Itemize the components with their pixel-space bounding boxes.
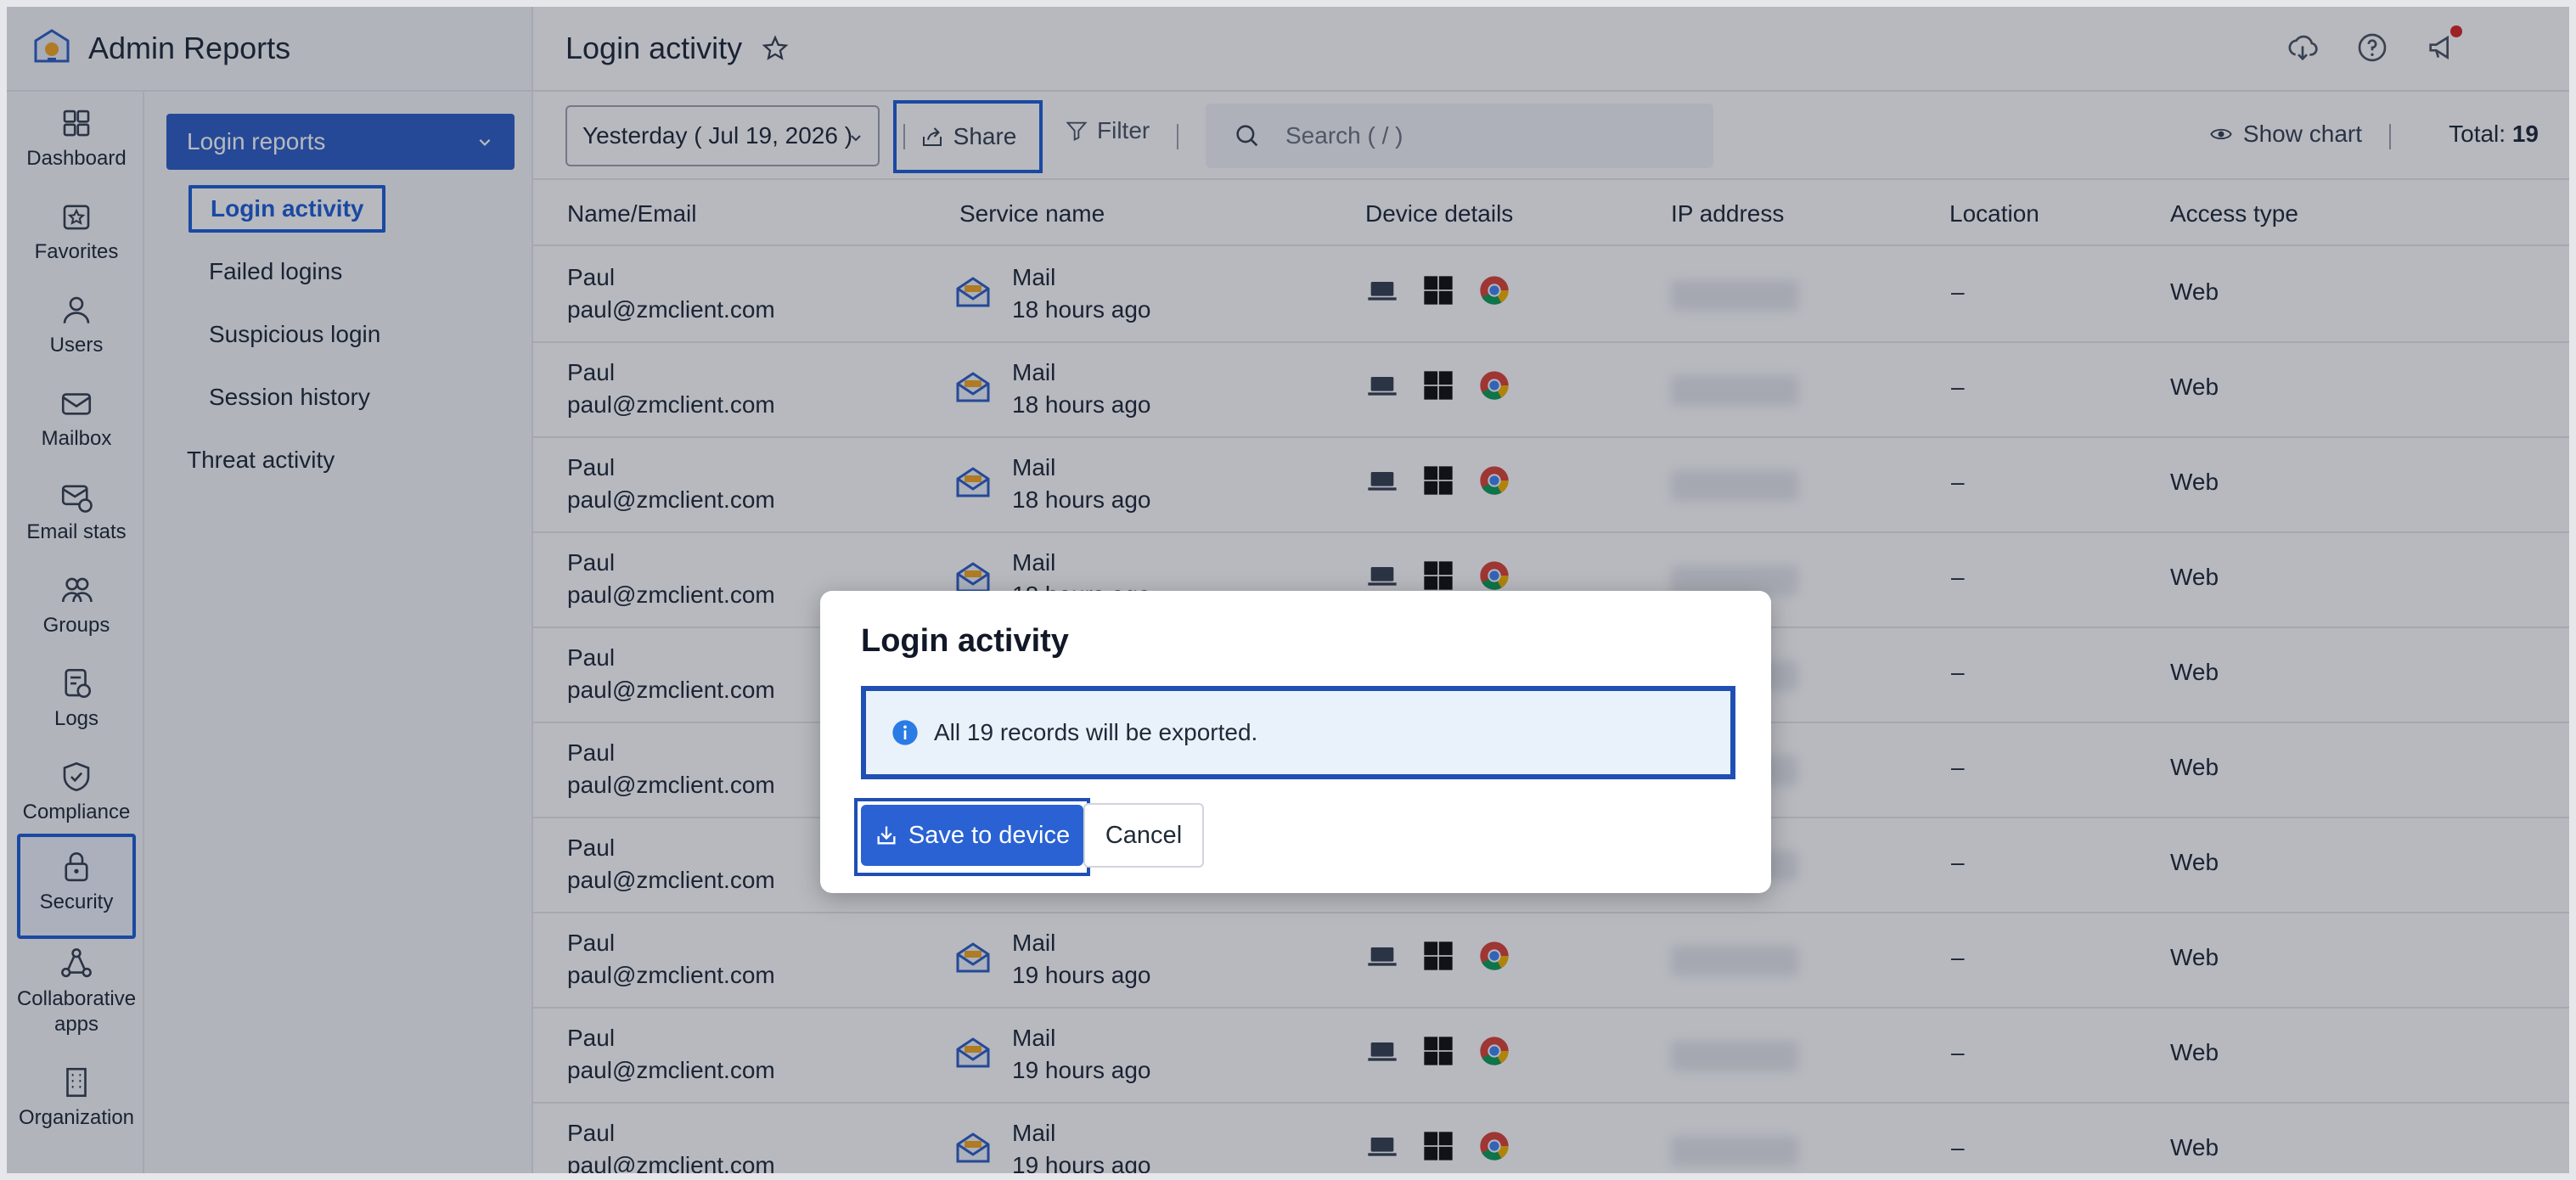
export-info-banner: All 19 records will be exported. bbox=[861, 686, 1735, 779]
save-label: Save to device bbox=[908, 821, 1071, 849]
info-icon bbox=[892, 720, 918, 745]
app-window: Admin Reports Login activity Dashboard F… bbox=[0, 0, 2576, 1180]
save-to-device-button[interactable]: Save to device bbox=[861, 805, 1083, 866]
export-dialog: Login activity All 19 records will be ex… bbox=[820, 591, 1771, 893]
cancel-button[interactable]: Cancel bbox=[1083, 803, 1204, 868]
download-icon bbox=[877, 826, 896, 845]
dialog-title: Login activity bbox=[861, 623, 1069, 659]
export-info-text: All 19 records will be exported. bbox=[934, 719, 1258, 745]
